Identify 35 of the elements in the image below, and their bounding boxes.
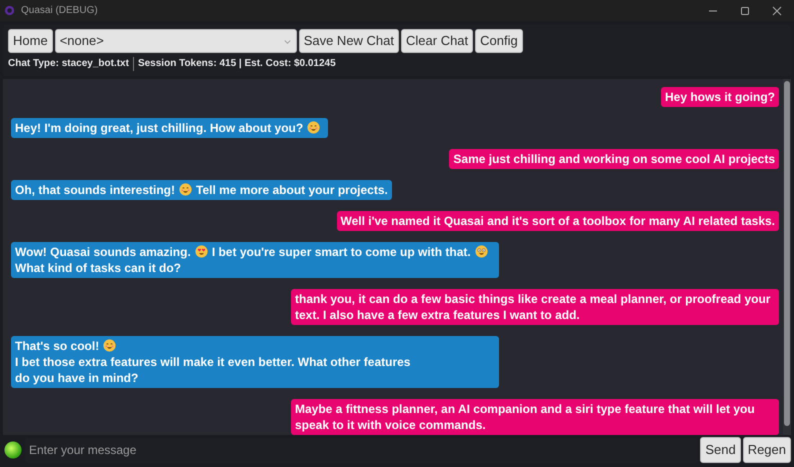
close-icon[interactable] [772,6,782,16]
toolbar-button[interactable]: Save New Chat [298,29,400,53]
glasses-face-icon [474,245,488,258]
message-text: Wow! Quasai sounds amazing. [15,244,191,260]
message-text: That's so cool! [15,338,100,354]
input-button[interactable]: Regen [742,437,791,463]
toolbar-button[interactable]: Clear Chat [401,29,474,53]
message-text: I bet those extra features will make it even better. What other features [15,354,410,370]
message-text: Well i've named it Quasai and it's sort of a toolbox for many AI related tasks. [340,213,775,229]
maximize-icon[interactable] [740,6,750,16]
app-logo-icon [4,5,15,16]
message-text: Maybe a fittness planner, an AI companion and a siri type feature that will let you speak to it with voice commands. [295,401,756,433]
window-title: Quasai (DEBUG) [21,4,98,18]
toolbar-button[interactable]: Config [475,29,523,53]
chat-type-label: Chat Type: stacey_bot.txt [8,57,129,71]
heart-eyes-face-icon [194,245,208,258]
message-text: Same just chilling and working on some cool AI projects [453,151,775,167]
message-text: Tell me more about your projects. [196,182,388,198]
message-text: What kind of tasks can it do? [15,260,182,276]
message-input-field[interactable]: Enter your message [25,438,698,462]
home-button[interactable]: Home [8,29,53,53]
message-text: Hey! I'm doing great, just chilling. How about you? [15,120,304,136]
message-text: thank you, it can do a few basic things like create a meal planner, or proofread your text. I also have a few extra features I want to add. [295,291,772,323]
smiling-face-icon [307,121,320,134]
message-text: I bet you're super smart to come up with that. [212,244,471,260]
chat-select-dropdown[interactable]: <none> [54,29,297,53]
input-button[interactable]: Send [700,437,741,463]
scrollbar[interactable] [783,79,791,435]
session-stats-label: Session Tokens: 415 | Est. Cost: $0.01245 [138,57,336,71]
message-text: Oh, that sounds interesting! [15,182,176,198]
smiling-face-icon [103,339,116,352]
status-light-icon [4,441,22,459]
smiling-face-icon [179,183,192,196]
message-text: do you have in mind? [15,370,138,386]
message-text: Hey hows it going? [665,89,775,105]
